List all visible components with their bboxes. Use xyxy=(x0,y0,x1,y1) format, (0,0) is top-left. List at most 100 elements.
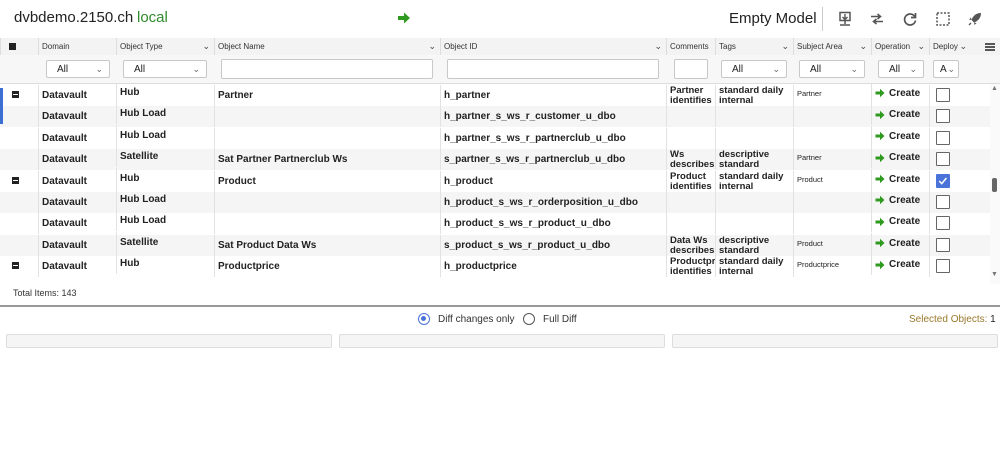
collapse-icon[interactable] xyxy=(12,262,19,270)
header-deploy-label: Deploy xyxy=(933,42,958,51)
cell-object-id: h_product_s_ws_r_orderposition_u_dbo xyxy=(440,192,666,213)
header-object-type[interactable]: Object Type ⌄ xyxy=(116,38,214,55)
comments-filter-input[interactable] xyxy=(674,59,708,79)
chevron-down-icon[interactable]: ⌄ xyxy=(654,38,662,55)
chevron-down-icon: ⌄ xyxy=(947,64,955,74)
cell-domain: Datavault xyxy=(38,213,116,235)
cell-object-type: Hub Load xyxy=(116,124,214,146)
collapse-icon[interactable] xyxy=(12,176,19,184)
arrow-right-icon xyxy=(875,196,885,205)
object-type-filter[interactable]: All ⌄ xyxy=(123,60,207,78)
cell-tags: descriptive standard xyxy=(715,234,793,256)
chevron-down-icon[interactable]: ⌄ xyxy=(202,38,210,55)
header-object-id[interactable]: Object ID ⌄ xyxy=(440,38,666,55)
cell-operation[interactable]: Create xyxy=(871,190,929,211)
scroll-up-icon[interactable]: ▲ xyxy=(991,85,998,92)
header-comments[interactable]: Comments xyxy=(666,38,715,55)
operation-filter[interactable]: All ⌄ xyxy=(878,60,924,78)
arrow-right-icon xyxy=(875,110,885,119)
scroll-down-icon[interactable]: ▼ xyxy=(991,271,998,278)
diff-panel-middle xyxy=(339,334,665,348)
column-menu-icon[interactable] xyxy=(985,42,995,52)
arrow-right-icon xyxy=(875,89,885,98)
cell-operation[interactable]: Create xyxy=(871,83,929,104)
table-row[interactable]: Datavault Hub Productprice h_productprice Pr… xyxy=(0,253,990,278)
header-expand-all[interactable] xyxy=(0,38,38,55)
grid-rows: Datavault Hub Partner h_partner Partner iden… xyxy=(0,83,990,284)
chevron-down-icon[interactable]: ⌄ xyxy=(917,38,925,55)
object-id-filter-input[interactable] xyxy=(447,59,659,79)
header-object-name[interactable]: Object Name ⌄ xyxy=(214,38,440,55)
cell-object-name: Partner xyxy=(214,85,440,106)
header-tags[interactable]: Tags ⌄ xyxy=(715,38,793,55)
deploy-checkbox[interactable] xyxy=(936,259,950,274)
row-expander-cell[interactable] xyxy=(0,256,38,277)
cell-tags xyxy=(715,192,793,213)
import-icon[interactable] xyxy=(837,11,853,27)
deploy-checkbox[interactable] xyxy=(936,152,950,167)
tags-filter[interactable]: All ⌄ xyxy=(721,60,787,78)
cell-object-name xyxy=(214,192,440,213)
chevron-down-icon[interactable]: ⌄ xyxy=(781,38,789,55)
operation-label: Create xyxy=(889,173,921,185)
split-divider[interactable] xyxy=(0,305,1000,307)
arrow-right-icon xyxy=(875,131,885,141)
cell-operation[interactable]: Create xyxy=(871,168,929,190)
cell-object-type: Hub Load xyxy=(116,210,214,232)
cell-object-type: Satellite xyxy=(116,146,214,168)
deploy-checkbox[interactable] xyxy=(936,130,950,145)
subject-area-filter[interactable]: All ⌄ xyxy=(799,60,865,78)
refresh-icon[interactable] xyxy=(902,11,918,27)
deploy-checkbox[interactable] xyxy=(936,173,950,188)
domain-filter-value: All xyxy=(57,64,69,75)
row-expander-cell xyxy=(0,128,38,149)
operation-label: Create xyxy=(889,152,921,164)
cell-object-name xyxy=(214,127,440,149)
cell-subject-area xyxy=(793,192,871,213)
select-area-icon[interactable] xyxy=(935,11,951,27)
header-deploy[interactable]: Deploy ⌄ xyxy=(929,38,981,55)
grid-header: Domain Object Type ⌄ Object Name ⌄ Object … xyxy=(0,38,1000,56)
cell-domain: Datavault xyxy=(38,192,116,213)
cell-object-type: Satellite xyxy=(116,231,214,253)
cell-tags: standard daily internal xyxy=(715,256,793,278)
rocket-icon[interactable] xyxy=(967,11,983,27)
cell-operation[interactable]: Create xyxy=(871,147,929,169)
objects-grid: Domain Object Type ⌄ Object Name ⌄ Object … xyxy=(0,38,1000,284)
cell-operation[interactable]: Create xyxy=(871,104,929,126)
cell-comments: Product identifies xyxy=(666,170,715,192)
deploy-checkbox[interactable] xyxy=(936,216,950,231)
cell-domain: Datavault xyxy=(38,149,116,171)
cell-object-id: h_partner_s_ws_r_partnerclub_u_dbo xyxy=(440,127,666,149)
collapse-icon[interactable] xyxy=(12,91,19,98)
scrollbar-thumb[interactable] xyxy=(992,178,997,192)
domain-filter[interactable]: All ⌄ xyxy=(46,60,110,78)
row-expander-cell[interactable] xyxy=(0,85,38,106)
cell-operation[interactable]: Create xyxy=(871,125,929,147)
cell-operation[interactable]: Create xyxy=(871,254,929,276)
full-diff-radio[interactable] xyxy=(523,313,535,325)
deploy-checkbox[interactable] xyxy=(936,237,950,252)
chevron-down-icon[interactable]: ⌄ xyxy=(959,38,967,55)
header-domain[interactable]: Domain xyxy=(38,38,116,55)
deploy-checkbox[interactable] xyxy=(936,109,950,124)
collapse-all-icon[interactable] xyxy=(9,43,16,50)
object-name-filter-input[interactable] xyxy=(221,59,433,79)
chevron-down-icon[interactable]: ⌄ xyxy=(859,38,867,55)
row-expander-cell[interactable] xyxy=(0,171,38,192)
chevron-down-icon[interactable]: ⌄ xyxy=(428,38,436,55)
cell-operation[interactable]: Create xyxy=(871,232,929,254)
compare-arrows-icon[interactable] xyxy=(869,11,885,27)
chevron-down-icon: ⌄ xyxy=(772,64,780,74)
deploy-checkbox[interactable] xyxy=(936,195,950,209)
cell-operation[interactable]: Create xyxy=(871,211,929,233)
cell-subject-area: Partner xyxy=(793,149,871,171)
arrow-right-icon xyxy=(875,217,885,226)
cell-comments: Data Ws describes xyxy=(666,234,715,256)
deploy-checkbox[interactable] xyxy=(936,88,950,102)
header-subject-area[interactable]: Subject Area ⌄ xyxy=(793,38,871,55)
diff-changes-only-radio[interactable] xyxy=(418,313,430,325)
header-operation[interactable]: Operation ⌄ xyxy=(871,38,929,55)
header-object-type-label: Object Type xyxy=(120,42,163,51)
deploy-filter[interactable]: A ⌄ xyxy=(933,60,959,78)
